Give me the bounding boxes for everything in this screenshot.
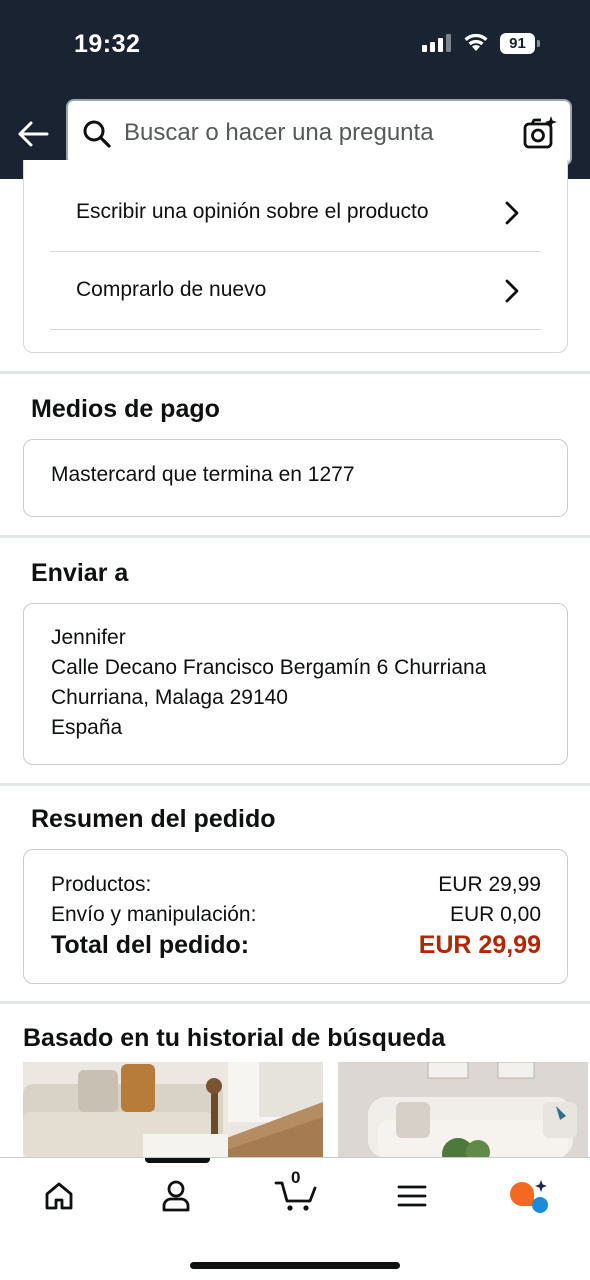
buy-again-label: Comprarlo de nuevo bbox=[76, 278, 267, 301]
chevron-right-icon bbox=[505, 279, 519, 303]
recommendations-title: Basado en tu historial de búsqueda bbox=[23, 1024, 446, 1052]
home-indicator bbox=[190, 1262, 400, 1269]
products-value: EUR 29,99 bbox=[438, 873, 541, 896]
nav-cart[interactable]: 0 bbox=[273, 1168, 319, 1216]
order-actions-card: Escribir una opinión sobre el producto C… bbox=[23, 160, 568, 353]
nav-account[interactable] bbox=[154, 1176, 198, 1216]
payment-method: Mastercard que termina en 1277 bbox=[51, 463, 355, 486]
wifi-icon bbox=[464, 33, 488, 51]
bottom-navigation: 0 bbox=[0, 1157, 590, 1280]
search-bar[interactable] bbox=[66, 99, 572, 166]
account-icon bbox=[162, 1180, 190, 1212]
summary-row-products: Productos: EUR 29,99 bbox=[51, 873, 541, 899]
address-name: Jennifer bbox=[51, 626, 126, 649]
home-icon bbox=[45, 1182, 73, 1210]
summary-row-total: Total del pedido: EUR 29,99 bbox=[51, 931, 541, 963]
camera-search-icon[interactable] bbox=[522, 115, 558, 151]
nav-rufus[interactable] bbox=[506, 1176, 550, 1216]
payment-box: Mastercard que termina en 1277 bbox=[23, 439, 568, 517]
nav-menu[interactable] bbox=[390, 1176, 434, 1216]
products-label: Productos: bbox=[51, 873, 152, 896]
status-time: 19:32 bbox=[74, 30, 141, 58]
section-divider bbox=[0, 783, 590, 786]
write-review-row[interactable]: Escribir una opinión sobre el producto bbox=[50, 176, 541, 252]
total-value: EUR 29,99 bbox=[418, 931, 541, 959]
rufus-icon bbox=[510, 1180, 548, 1213]
battery-icon: 91 bbox=[500, 33, 540, 54]
address-country: España bbox=[51, 716, 123, 739]
summary-title: Resumen del pedido bbox=[31, 805, 276, 833]
buy-again-row[interactable]: Comprarlo de nuevo bbox=[50, 254, 541, 330]
shipping-title: Enviar a bbox=[31, 559, 129, 587]
total-label: Total del pedido: bbox=[51, 931, 250, 959]
arrow-left-icon bbox=[18, 121, 49, 147]
summary-box: Productos: EUR 29,99 Envío y manipulació… bbox=[23, 849, 568, 984]
summary-row-shipping: Envío y manipulación: EUR 0,00 bbox=[51, 903, 541, 929]
battery-level: 91 bbox=[509, 35, 526, 52]
section-divider bbox=[0, 371, 590, 374]
back-button[interactable] bbox=[16, 116, 50, 152]
top-bar: 19:32 91 bbox=[0, 0, 590, 179]
search-icon bbox=[83, 120, 111, 148]
cart-count: 0 bbox=[291, 1168, 301, 1187]
address-street: Calle Decano Francisco Bergamín 6 Churri… bbox=[51, 656, 487, 679]
shipping-label: Envío y manipulación: bbox=[51, 903, 257, 926]
nav-home[interactable] bbox=[37, 1176, 81, 1216]
section-divider bbox=[0, 535, 590, 538]
active-tab-indicator bbox=[145, 1158, 210, 1163]
section-divider bbox=[0, 1001, 590, 1004]
payment-title: Medios de pago bbox=[31, 395, 220, 423]
shipping-address-box: Jennifer Calle Decano Francisco Bergamín… bbox=[23, 603, 568, 765]
chevron-right-icon bbox=[505, 201, 519, 225]
address-city: Churriana, Malaga 29140 bbox=[51, 686, 288, 709]
search-input[interactable] bbox=[124, 113, 504, 153]
menu-icon bbox=[397, 1185, 427, 1207]
cellular-signal-icon bbox=[422, 34, 451, 52]
shipping-value: EUR 0,00 bbox=[449, 903, 541, 926]
product-image[interactable] bbox=[338, 1062, 588, 1158]
write-review-label: Escribir una opinión sobre el producto bbox=[76, 200, 429, 223]
product-image[interactable] bbox=[23, 1062, 323, 1158]
